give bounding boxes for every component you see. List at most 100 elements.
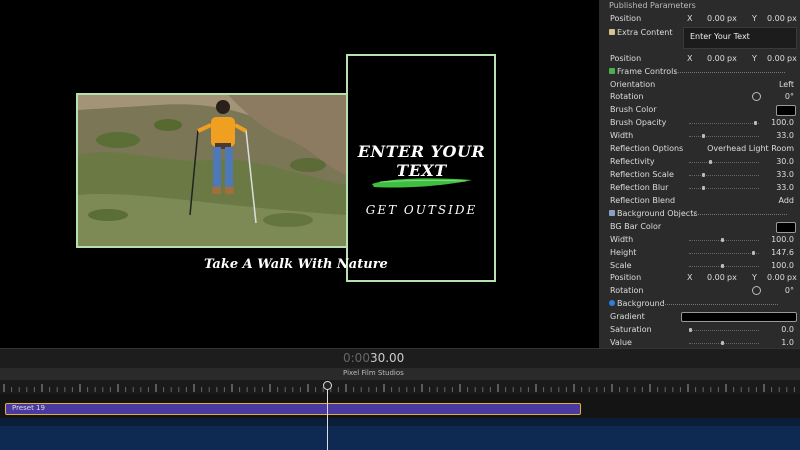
x-value[interactable]: 0.00 [707, 54, 725, 63]
x-label: X [687, 14, 693, 23]
brush-color-label: Brush Color [610, 105, 657, 114]
reflection-scale-row[interactable]: Reflection Scale 33.0 [599, 169, 800, 181]
saturation-value[interactable]: 0.0 [781, 325, 794, 334]
value-label: Value [610, 338, 632, 347]
bg-rotation-label: Rotation [610, 286, 644, 295]
slider-knob[interactable] [702, 186, 705, 190]
brush-opacity-slider[interactable] [689, 123, 759, 125]
timeline-ruler[interactable] [0, 380, 800, 394]
saturation-label: Saturation [610, 325, 652, 334]
saturation-slider[interactable] [689, 330, 759, 332]
slider-knob[interactable] [702, 134, 705, 138]
canvas-viewer[interactable]: ENTER YOUR TEXT GET OUTSIDE Take A Walk … [0, 0, 598, 348]
inspector-panel: Published Parameters Position X 0.00 px … [599, 0, 800, 348]
bg-rotation-row[interactable]: Rotation 0° [599, 285, 800, 297]
x-value[interactable]: 0.00 [707, 14, 725, 23]
bg-width-slider[interactable] [689, 240, 759, 242]
reflection-scale-label: Reflection Scale [610, 170, 674, 179]
reflectivity-slider[interactable] [689, 162, 759, 164]
playhead-line[interactable] [327, 382, 328, 450]
ruler-ticks [3, 384, 795, 392]
timecode-value: 30.00 [369, 351, 405, 365]
slider-knob[interactable] [752, 251, 755, 255]
position-row-2: Position X 0.00 px Y 0.00 px [599, 53, 800, 65]
gradient-bar[interactable] [681, 312, 797, 322]
rotation-dial-icon[interactable] [752, 286, 761, 295]
reflectivity-row[interactable]: Reflectivity 30.0 [599, 156, 800, 168]
frame-controls-section[interactable]: Frame Controls [599, 66, 800, 78]
background-objects-section[interactable]: Background Objects [599, 208, 800, 220]
background-icon [609, 300, 615, 306]
reflectivity-value[interactable]: 30.0 [776, 157, 794, 166]
x-unit: px [727, 54, 737, 63]
background-section[interactable]: Background [599, 298, 800, 310]
gradient-row[interactable]: Gradient [599, 311, 800, 323]
bg-height-slider[interactable] [689, 253, 759, 255]
slider-knob[interactable] [689, 328, 692, 332]
width-value[interactable]: 33.0 [776, 131, 794, 140]
brush-stroke [372, 178, 472, 188]
reflection-blur-slider[interactable] [689, 188, 759, 190]
reflection-blend-row[interactable]: Reflection Blend Add [599, 195, 800, 207]
slider-knob[interactable] [721, 264, 724, 268]
value-row[interactable]: Value 1.0 [599, 337, 800, 348]
brush-opacity-row[interactable]: Brush Opacity 100.0 [599, 117, 800, 129]
slider-knob[interactable] [702, 173, 705, 177]
subline-text: GET OUTSIDE [365, 203, 478, 217]
background-title: Background [617, 299, 665, 308]
width-row[interactable]: Width 33.0 [599, 130, 800, 142]
clip-label: Preset 19 [12, 404, 45, 412]
slider-knob[interactable] [709, 160, 712, 164]
background-objects-icon [609, 210, 615, 216]
frame-controls-icon [609, 68, 615, 74]
rotation-value[interactable]: 0° [785, 92, 794, 101]
slider-knob[interactable] [754, 121, 757, 125]
bg-scale-slider[interactable] [689, 266, 759, 268]
bg-bar-color-row[interactable]: BG Bar Color [599, 221, 800, 233]
bg-width-row[interactable]: Width 100.0 [599, 234, 800, 246]
slider-knob[interactable] [721, 341, 724, 345]
brush-color-swatch[interactable] [776, 105, 796, 116]
playhead-handle[interactable] [323, 381, 332, 390]
reflection-options-row[interactable]: Reflection Options Overhead Light Room [599, 143, 800, 155]
reflection-blur-row[interactable]: Reflection Blur 33.0 [599, 182, 800, 194]
y-label: Y [752, 54, 757, 63]
x-unit: px [727, 273, 737, 282]
reflection-options-value[interactable]: Overhead Light Room [707, 144, 794, 153]
rotation-row[interactable]: Rotation 0° [599, 91, 800, 103]
saturation-row[interactable]: Saturation 0.0 [599, 324, 800, 336]
x-value[interactable]: 0.00 [707, 273, 725, 282]
reflection-blend-value[interactable]: Add [779, 196, 795, 205]
y-value[interactable]: 0.00 [767, 54, 785, 63]
y-value[interactable]: 0.00 [767, 14, 785, 23]
bg-width-label: Width [610, 235, 634, 244]
bg-height-value[interactable]: 147.6 [771, 248, 794, 257]
value-value[interactable]: 1.0 [781, 338, 794, 347]
bg-rotation-value[interactable]: 0° [785, 286, 794, 295]
x-unit: px [727, 14, 737, 23]
reflection-scale-slider[interactable] [689, 175, 759, 177]
width-slider[interactable] [689, 136, 759, 138]
timecode-display: 0:0030.00 [343, 351, 404, 365]
brush-opacity-value[interactable]: 100.0 [771, 118, 794, 127]
brush-color-row[interactable]: Brush Color [599, 104, 800, 116]
reflection-blur-value[interactable]: 33.0 [776, 183, 794, 192]
bg-width-value[interactable]: 100.0 [771, 235, 794, 244]
preset-clip[interactable]: Preset 19 [5, 403, 581, 415]
orientation-value[interactable]: Left [779, 80, 794, 89]
bg-scale-label: Scale [610, 261, 632, 270]
rotation-dial-icon[interactable] [752, 92, 761, 101]
slider-knob[interactable] [721, 238, 724, 242]
bg-height-row[interactable]: Height 147.6 [599, 247, 800, 259]
extra-content-field[interactable]: Enter Your Text [683, 27, 797, 49]
gradient-label: Gradient [610, 312, 645, 321]
orientation-row[interactable]: Orientation Left [599, 79, 800, 91]
bg-scale-value[interactable]: 100.0 [771, 261, 794, 270]
reflection-scale-value[interactable]: 33.0 [776, 170, 794, 179]
reflection-blur-label: Reflection Blur [610, 183, 669, 192]
bg-scale-row[interactable]: Scale 100.0 [599, 260, 800, 272]
headline-text: ENTER YOUR TEXT [357, 142, 486, 180]
bg-bar-color-swatch[interactable] [776, 222, 796, 233]
y-value[interactable]: 0.00 [767, 273, 785, 282]
value-slider[interactable] [689, 343, 759, 345]
